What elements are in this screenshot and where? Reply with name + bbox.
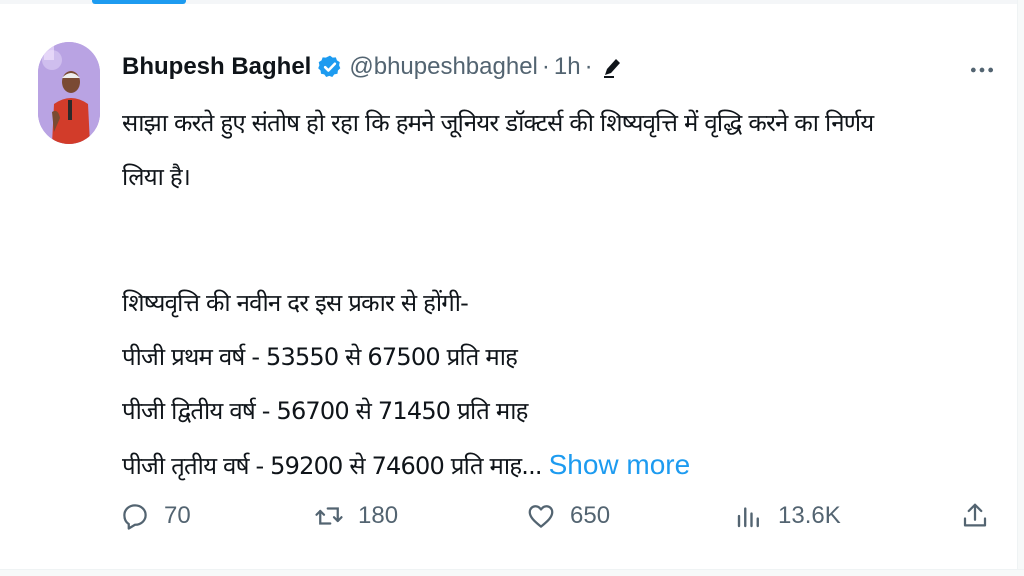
author-name[interactable]: Bhupesh Baghel [122, 53, 311, 81]
tweet-time[interactable]: 1h [554, 53, 581, 81]
share-button[interactable] [960, 494, 990, 538]
retweet-count: 180 [358, 502, 399, 529]
like-button[interactable]: 650 [526, 494, 610, 538]
reply-icon [123, 504, 147, 530]
tweet-text-line: पीजी तृतीय वर्ष - 59200 से 74600 प्रति म… [122, 452, 543, 480]
tweet-text-line: शिष्यवृत्ति की नवीन दर इस प्रकार से होंग… [122, 289, 469, 317]
views-button[interactable]: 13.6K [734, 494, 841, 538]
author-handle[interactable]: @bhupeshbaghel [349, 53, 538, 81]
show-more-link[interactable]: Show more [549, 449, 691, 480]
edit-pencil-icon[interactable] [601, 55, 623, 79]
tweet-header: Bhupesh Baghel @bhupeshbaghel · 1h · [122, 48, 623, 86]
like-count: 650 [570, 502, 611, 529]
top-tab-indicator[interactable] [92, 0, 186, 4]
separator-dot: · [541, 53, 550, 80]
heart-icon [528, 505, 554, 528]
share-icon [963, 503, 987, 527]
retweet-button[interactable]: 180 [314, 494, 398, 538]
views-chart-icon [737, 507, 759, 528]
verified-badge-icon[interactable] [317, 54, 343, 80]
more-dots-icon[interactable] [966, 54, 998, 86]
reply-button[interactable]: 70 [120, 494, 191, 538]
avatar[interactable] [38, 42, 100, 144]
tweet-text-line: लिया है। [122, 163, 191, 191]
scrollbar[interactable] [1017, 0, 1024, 576]
view-count: 13.6K [778, 502, 841, 529]
tweet-text-line: पीजी प्रथम वर्ष - 53550 से 67500 प्रति म… [122, 343, 518, 371]
retweet-icon [315, 507, 343, 525]
tweet-text-line: पीजी द्वितीय वर्ष - 56700 से 71450 प्रति… [122, 397, 528, 425]
bottom-divider [0, 569, 1024, 576]
tweet-text-last-line: पीजी तृतीय वर्ष - 59200 से 74600 प्रति म… [122, 438, 1002, 492]
tweet-text-line: साझा करते हुए संतोष हो रहा कि हमने जूनिय… [122, 109, 874, 137]
tweet-text: साझा करते हुए संतोष हो रहा कि हमने जूनिय… [122, 96, 1002, 492]
action-bar: 70 180 650 13.6K [120, 494, 1000, 538]
reply-count: 70 [164, 502, 191, 529]
separator-dot: · [584, 53, 593, 80]
